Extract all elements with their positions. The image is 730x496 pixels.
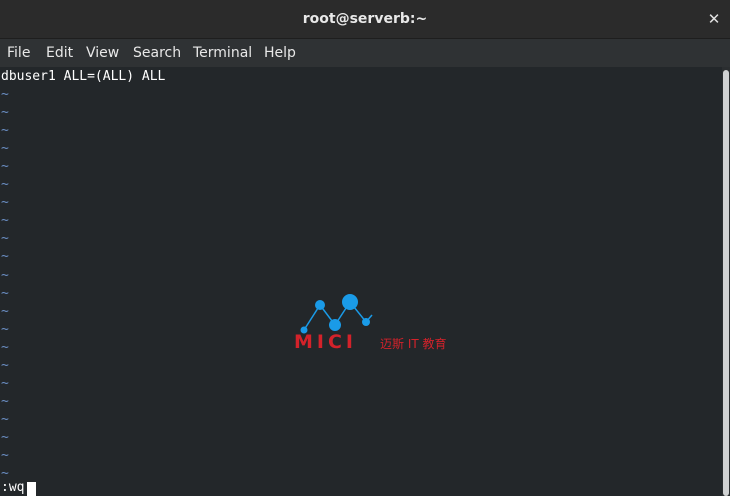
- tilde-marker: ~: [1, 159, 9, 174]
- tilde-marker: ~: [1, 448, 9, 463]
- menu-terminal[interactable]: Terminal: [193, 39, 252, 67]
- tilde-marker: ~: [1, 249, 9, 264]
- menu-bar: File Edit View Search Terminal Help: [0, 39, 730, 67]
- title-bar: root@serverb:~ ✕: [0, 0, 730, 39]
- tilde-marker: ~: [1, 177, 9, 192]
- watermark-brand: MICI: [294, 331, 357, 353]
- tilde-marker: ~: [1, 304, 9, 319]
- close-icon[interactable]: ✕: [706, 9, 722, 29]
- vim-command-line: :wq: [1, 480, 25, 495]
- tilde-marker: ~: [1, 358, 9, 373]
- tilde-marker: ~: [1, 105, 9, 120]
- window-title: root@serverb:~: [302, 11, 428, 27]
- tilde-marker: ~: [1, 466, 9, 481]
- tilde-marker: ~: [1, 412, 9, 427]
- menu-file[interactable]: File: [7, 39, 30, 67]
- file-content-line: dbuser1 ALL=(ALL) ALL: [1, 69, 166, 84]
- tilde-marker: ~: [1, 268, 9, 283]
- tilde-marker: ~: [1, 376, 9, 391]
- tilde-marker: ~: [1, 394, 9, 409]
- tilde-marker: ~: [1, 231, 9, 246]
- tilde-marker: ~: [1, 123, 9, 138]
- tilde-marker: ~: [1, 87, 9, 102]
- mici-watermark: MICI 迈斯 IT 教育: [290, 292, 470, 362]
- menu-help[interactable]: Help: [264, 39, 296, 67]
- tilde-marker: ~: [1, 322, 9, 337]
- tilde-marker: ~: [1, 213, 9, 228]
- tilde-marker: ~: [1, 195, 9, 210]
- terminal-area[interactable]: dbuser1 ALL=(ALL) ALL ~ ~ ~ ~ ~ ~ ~ ~ ~ ~ ~ ~ ~ ~ ~ ~ ~ ~…: [0, 67, 722, 496]
- tilde-marker: ~: [1, 340, 9, 355]
- menu-search[interactable]: Search: [133, 39, 181, 67]
- menu-edit[interactable]: Edit: [46, 39, 73, 67]
- text-cursor: [27, 482, 36, 496]
- watermark-subtitle: 迈斯 IT 教育: [380, 337, 447, 351]
- tilde-marker: ~: [1, 286, 9, 301]
- scrollbar-thumb[interactable]: [723, 70, 729, 496]
- menu-view[interactable]: View: [86, 39, 119, 67]
- tilde-marker: ~: [1, 141, 9, 156]
- tilde-marker: ~: [1, 430, 9, 445]
